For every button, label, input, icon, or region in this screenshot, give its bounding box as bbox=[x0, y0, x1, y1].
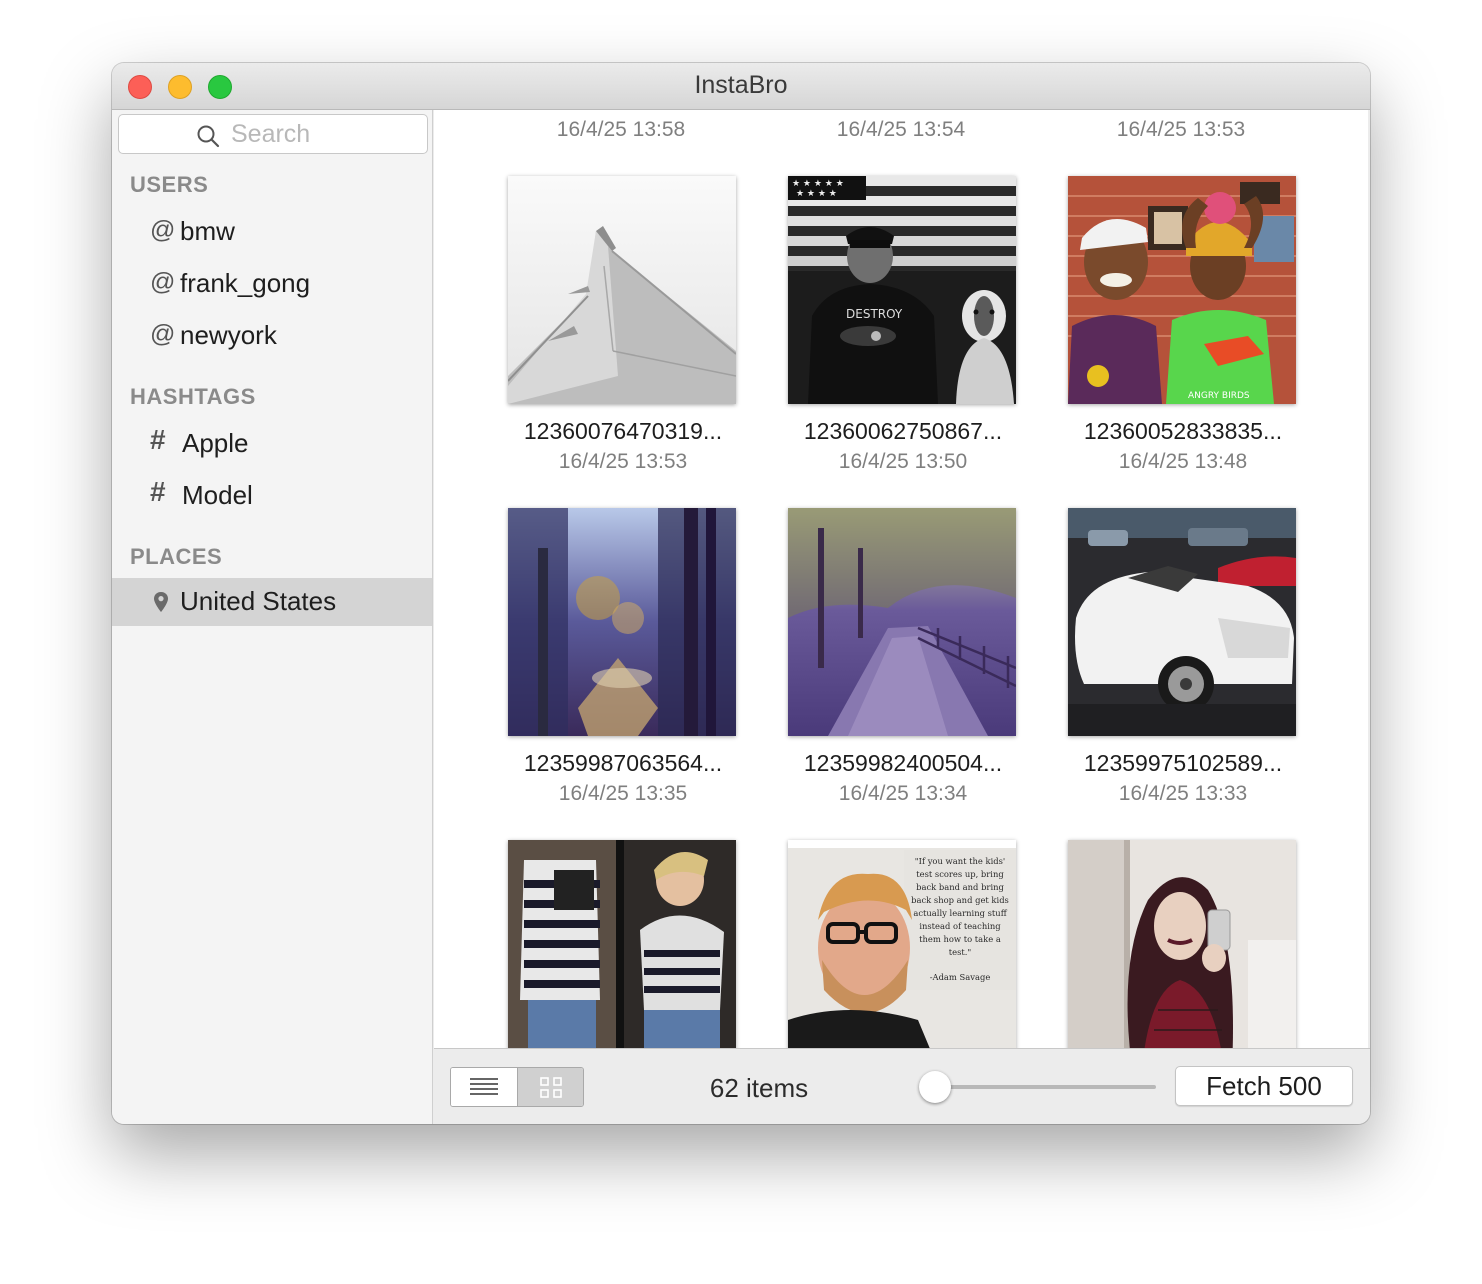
quote-line: actually learning stuff bbox=[913, 908, 1007, 918]
photo-date: 16/4/25 13:34 bbox=[838, 782, 968, 805]
grid-item[interactable]: 12359975102589... 16/4/25 13:33 bbox=[1068, 508, 1298, 808]
photo-date: 16/4/25 13:50 bbox=[838, 450, 968, 473]
svg-text:★ ★ ★ ★ ★: ★ ★ ★ ★ ★ bbox=[792, 179, 844, 189]
flag-tank-top-photo[interactable] bbox=[508, 840, 736, 1048]
grid-item[interactable]: 12359982400504... 16/4/25 13:34 bbox=[788, 508, 1018, 808]
sidebar-item-label: Model bbox=[182, 480, 253, 510]
grid-item[interactable]: 12359987063564... 16/4/25 13:35 bbox=[508, 508, 738, 808]
grid-item[interactable]: ★ ★ ★ ★ ★ ★ ★ ★ ★ DESTROY 12360062750867… bbox=[788, 176, 1018, 476]
sidebar-item-united-states[interactable]: United States bbox=[112, 578, 432, 626]
bottom-toolbar: 62 items Fetch 500 bbox=[434, 1048, 1370, 1124]
photo-caption: 12359987063564... bbox=[523, 750, 723, 776]
photo-caption: 12360076470319... bbox=[523, 418, 723, 444]
grid-item[interactable]: 12360076470319... 16/4/25 13:53 bbox=[508, 176, 738, 476]
at-icon: @ bbox=[150, 216, 176, 244]
quote-portrait-photo[interactable]: "If you want the kids' test scores up, b… bbox=[788, 840, 1016, 1048]
at-icon: @ bbox=[150, 320, 176, 348]
photo-date: 16/4/25 13:33 bbox=[1118, 782, 1248, 805]
sidebar-item-label: Apple bbox=[182, 428, 249, 458]
quote-line: back band and bring bbox=[916, 882, 1004, 892]
sidebar-item-label: frank_gong bbox=[180, 268, 311, 298]
sidebar-item-label: newyork bbox=[180, 320, 277, 350]
photo-date: 16/4/25 13:53 bbox=[558, 450, 688, 473]
photo-caption: 12359975102589... bbox=[1083, 750, 1283, 776]
grid-item[interactable] bbox=[1068, 840, 1298, 1048]
hash-icon: # bbox=[150, 476, 166, 507]
photo-caption: 12360062750867... bbox=[803, 418, 1003, 444]
svg-text:★ ★ ★ ★: ★ ★ ★ ★ bbox=[796, 189, 837, 199]
quote-line: test." bbox=[949, 947, 972, 957]
list-view-button[interactable] bbox=[451, 1068, 518, 1106]
woman-selfie-photo[interactable] bbox=[1068, 840, 1296, 1048]
sidebar-item-apple[interactable]: # Apple bbox=[112, 420, 432, 468]
grid-view-button[interactable] bbox=[518, 1068, 583, 1106]
titlebar: InstaBro bbox=[112, 63, 1370, 110]
two-boys-photo[interactable]: ANGRY BIRDS bbox=[1068, 176, 1296, 404]
grid-item[interactable]: ANGRY BIRDS 12360052833835... 16/4/25 13… bbox=[1068, 176, 1298, 476]
quote-author: -Adam Savage bbox=[930, 972, 991, 982]
sidebar-item-frank-gong[interactable]: @ frank_gong bbox=[112, 260, 432, 308]
sidebar: USERS @ bmw @ frank_gong @ newyork HASHT… bbox=[112, 110, 433, 1124]
search-field[interactable] bbox=[118, 114, 428, 154]
sidebar-item-bmw[interactable]: @ bmw bbox=[112, 208, 432, 256]
photo-date: 16/4/25 13:48 bbox=[1118, 450, 1248, 473]
quote-line: "If you want the kids' bbox=[915, 856, 1005, 866]
quote-line: test scores up, bring bbox=[916, 869, 1004, 879]
at-icon: @ bbox=[150, 268, 176, 296]
sidebar-item-newyork[interactable]: @ newyork bbox=[112, 312, 432, 360]
sidebar-item-label: United States bbox=[180, 586, 337, 616]
grid-view-icon bbox=[540, 1077, 562, 1098]
white-car-photo[interactable] bbox=[1068, 508, 1296, 736]
thumbnail-size-slider[interactable] bbox=[932, 1085, 1156, 1089]
photo-date: 16/4/25 13:58 bbox=[556, 118, 686, 141]
sidebar-item-label: bmw bbox=[180, 216, 235, 246]
photo-grid: 16/4/25 13:58 16/4/25 13:54 16/4/25 13:5… bbox=[434, 110, 1368, 1048]
airplane-wing-photo[interactable] bbox=[508, 176, 736, 404]
forest-path-photo[interactable] bbox=[788, 508, 1016, 736]
quote-line: instead of teaching bbox=[919, 921, 1001, 931]
svg-text:ANGRY BIRDS: ANGRY BIRDS bbox=[1188, 391, 1250, 401]
shirt-text: DESTROY bbox=[846, 307, 903, 321]
search-icon bbox=[197, 125, 220, 148]
hash-icon: # bbox=[150, 424, 166, 455]
section-header-users: USERS bbox=[130, 172, 209, 197]
fetch-button[interactable]: Fetch 500 bbox=[1175, 1066, 1353, 1106]
photo-caption: 12360052833835... bbox=[1083, 418, 1283, 444]
photo-caption: 12359982400504... bbox=[803, 750, 1003, 776]
photo-date: 16/4/25 13:53 bbox=[1116, 118, 1246, 141]
app-window: InstaBro USERS @ bmw @ frank_gong @ newy… bbox=[112, 63, 1370, 1124]
section-header-places: PLACES bbox=[130, 544, 223, 569]
view-mode-control[interactable] bbox=[450, 1067, 584, 1107]
sidebar-item-model[interactable]: # Model bbox=[112, 472, 432, 520]
list-view-icon bbox=[470, 1078, 498, 1095]
slider-knob[interactable] bbox=[919, 1071, 951, 1103]
photo-date: 16/4/25 13:54 bbox=[836, 118, 966, 141]
photo-date: 16/4/25 13:35 bbox=[558, 782, 688, 805]
quote-line: them how to take a bbox=[919, 934, 1001, 944]
grid-item[interactable] bbox=[508, 840, 738, 1048]
location-pin-icon bbox=[154, 592, 168, 612]
quote-line: back shop and get kids bbox=[911, 895, 1009, 905]
window-title: InstaBro bbox=[694, 71, 788, 99]
search-input[interactable] bbox=[231, 119, 421, 149]
man-with-dog-flag-photo[interactable]: ★ ★ ★ ★ ★ ★ ★ ★ ★ DESTROY bbox=[788, 176, 1016, 404]
section-header-hashtags: HASHTAGS bbox=[130, 384, 256, 409]
item-count: 62 items bbox=[709, 1073, 809, 1103]
grid-item[interactable]: "If you want the kids' test scores up, b… bbox=[788, 840, 1018, 1048]
forest-stream-photo[interactable] bbox=[508, 508, 736, 736]
